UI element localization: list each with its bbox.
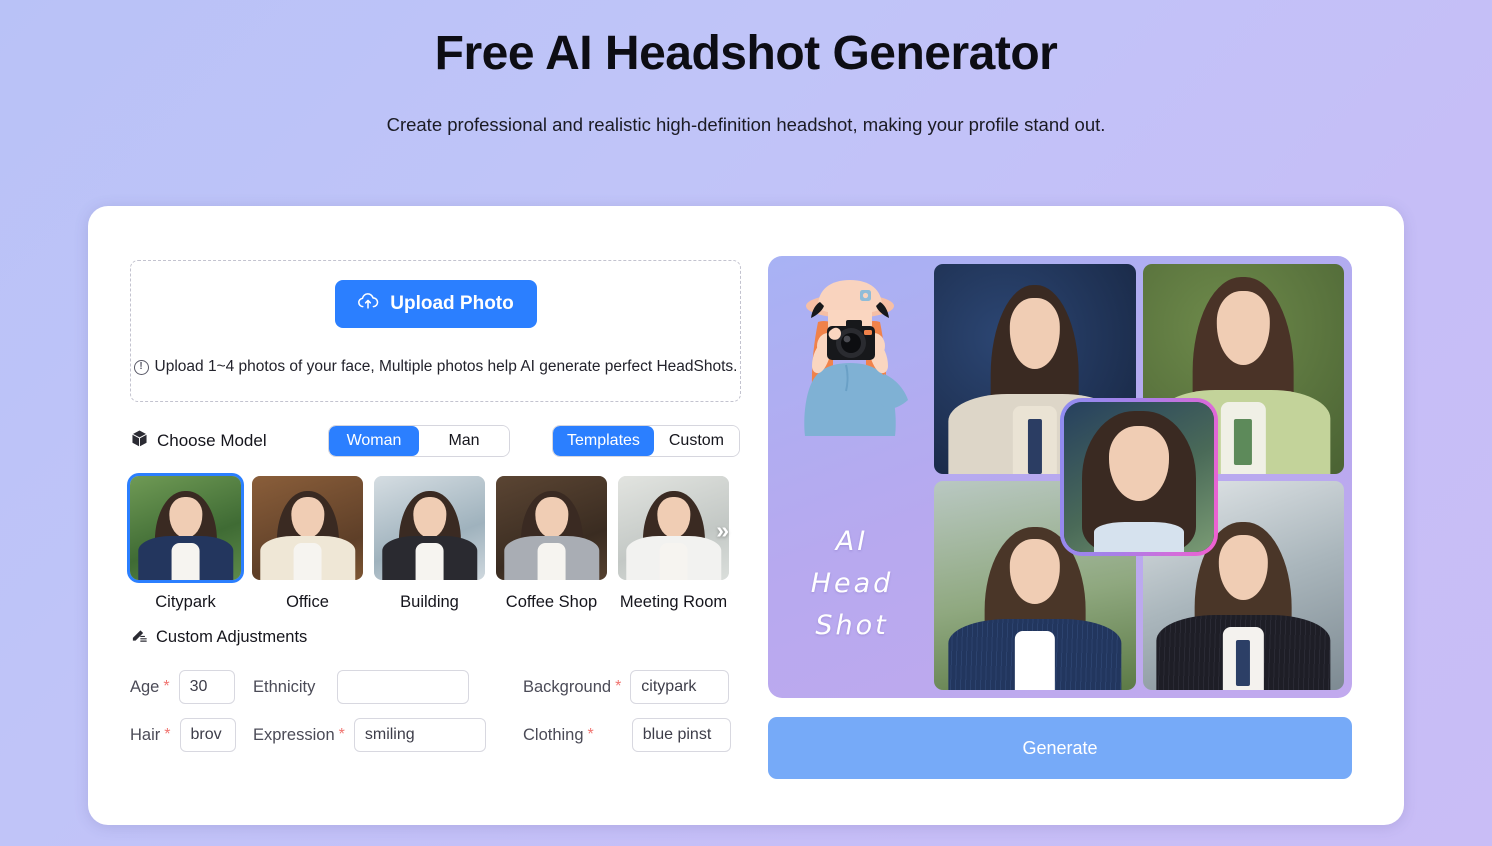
field-expression: Expression * [253,718,523,752]
generate-button[interactable]: Generate [768,717,1352,779]
cube-icon [130,429,149,453]
right-pane: AI Head Shot Generate [748,206,1404,825]
template-thumbnail [252,476,363,580]
choose-model-label-group: Choose Model [130,429,328,453]
field-clothing-label: Clothing [523,725,584,744]
upload-photo-label: Upload Photo [390,293,514,314]
gender-option-man[interactable]: Man [419,426,509,456]
mode-toggle-group: Templates Custom [552,425,740,457]
mode-option-custom[interactable]: Custom [653,426,739,456]
field-age-input[interactable] [178,670,235,704]
custom-adjustments-title: Custom Adjustments [156,628,308,646]
template-label: Citypark [155,593,216,611]
template-thumbnail [618,476,729,580]
template-thumbnail [496,476,607,580]
art-caption-line-2: Head [810,567,894,599]
art-caption-line-1: AI [835,526,869,557]
art-caption: AI Head Shot [811,521,894,647]
template-item-office[interactable]: Office [252,476,363,612]
field-ethnicity-input[interactable] [337,670,470,704]
adjustment-row: Hair * Expression * Clothing * [130,711,748,759]
preview-grid [934,264,1344,690]
center-selected-portrait-frame[interactable] [1060,398,1218,556]
template-item-building[interactable]: Building [374,476,485,612]
required-asterisk: * [615,678,622,695]
required-asterisk: * [163,678,170,695]
template-label: Meeting Room [619,593,728,611]
photographer-illustration [784,270,920,505]
double-chevron-right-icon[interactable]: » [716,519,729,542]
template-item-meeting-room[interactable]: Meeting Room [618,476,729,612]
choose-model-label: Choose Model [157,431,267,450]
field-background-input[interactable] [630,670,730,704]
adjustment-fields: Age * Ethnicity Background * Hair * [130,663,748,759]
app-card: Upload Photo ! Upload 1~4 photos of your… [88,206,1404,825]
field-hair: Hair * [130,718,253,752]
custom-adjustments-header: Custom Adjustments [130,626,748,649]
field-clothing: Clothing * [523,718,731,752]
field-ethnicity: Ethnicity [253,670,523,704]
required-asterisk: * [338,726,345,743]
template-strip: Citypark Office Building Coffee Shop Mee… [130,476,741,612]
field-hair-input[interactable] [179,718,236,752]
template-item-citypark[interactable]: Citypark [130,476,241,612]
gender-toggle-group: Woman Man [328,425,510,457]
center-selected-portrait [1064,402,1214,552]
field-expression-label: Expression [253,725,335,744]
field-ethnicity-label: Ethnicity [253,677,316,696]
field-expression-input[interactable] [353,718,486,752]
template-thumbnail [374,476,485,580]
field-age-label: Age [130,677,160,696]
info-circle-icon: ! [133,359,149,375]
illustration-column: AI Head Shot [776,264,928,690]
left-pane: Upload Photo ! Upload 1~4 photos of your… [88,206,748,825]
template-label: Building [400,593,459,611]
upload-dropzone[interactable]: Upload Photo ! Upload 1~4 photos of your… [130,260,741,402]
upload-hint-text: Upload 1~4 photos of your face, Multiple… [154,358,738,375]
mode-option-templates[interactable]: Templates [553,426,654,456]
template-item-coffee-shop[interactable]: Coffee Shop [496,476,607,612]
adjustment-row: Age * Ethnicity Background * [130,663,748,711]
preview-panel: AI Head Shot [768,256,1352,698]
field-background: Background * [523,670,730,704]
cloud-upload-icon [357,292,379,316]
page-title: Free AI Headshot Generator [434,27,1058,80]
field-background-label: Background [523,677,612,696]
upload-hint: ! Upload 1~4 photos of your face, Multip… [133,358,738,376]
field-age: Age * [130,670,253,704]
gender-option-woman[interactable]: Woman [329,426,419,456]
template-label: Office [286,593,329,611]
art-caption-line-3: Shot [815,609,889,641]
template-label: Coffee Shop [505,593,598,611]
edit-pen-icon [130,626,148,649]
field-clothing-input[interactable] [631,718,731,752]
page-subtitle: Create professional and realistic high-d… [386,114,1106,135]
field-hair-label: Hair [130,725,161,744]
choose-model-row: Choose Model Woman Man Templates Custom [130,424,748,458]
upload-photo-button[interactable]: Upload Photo [334,280,537,328]
required-asterisk: * [164,726,171,743]
template-thumbnail [130,476,241,580]
required-asterisk: * [587,726,594,743]
